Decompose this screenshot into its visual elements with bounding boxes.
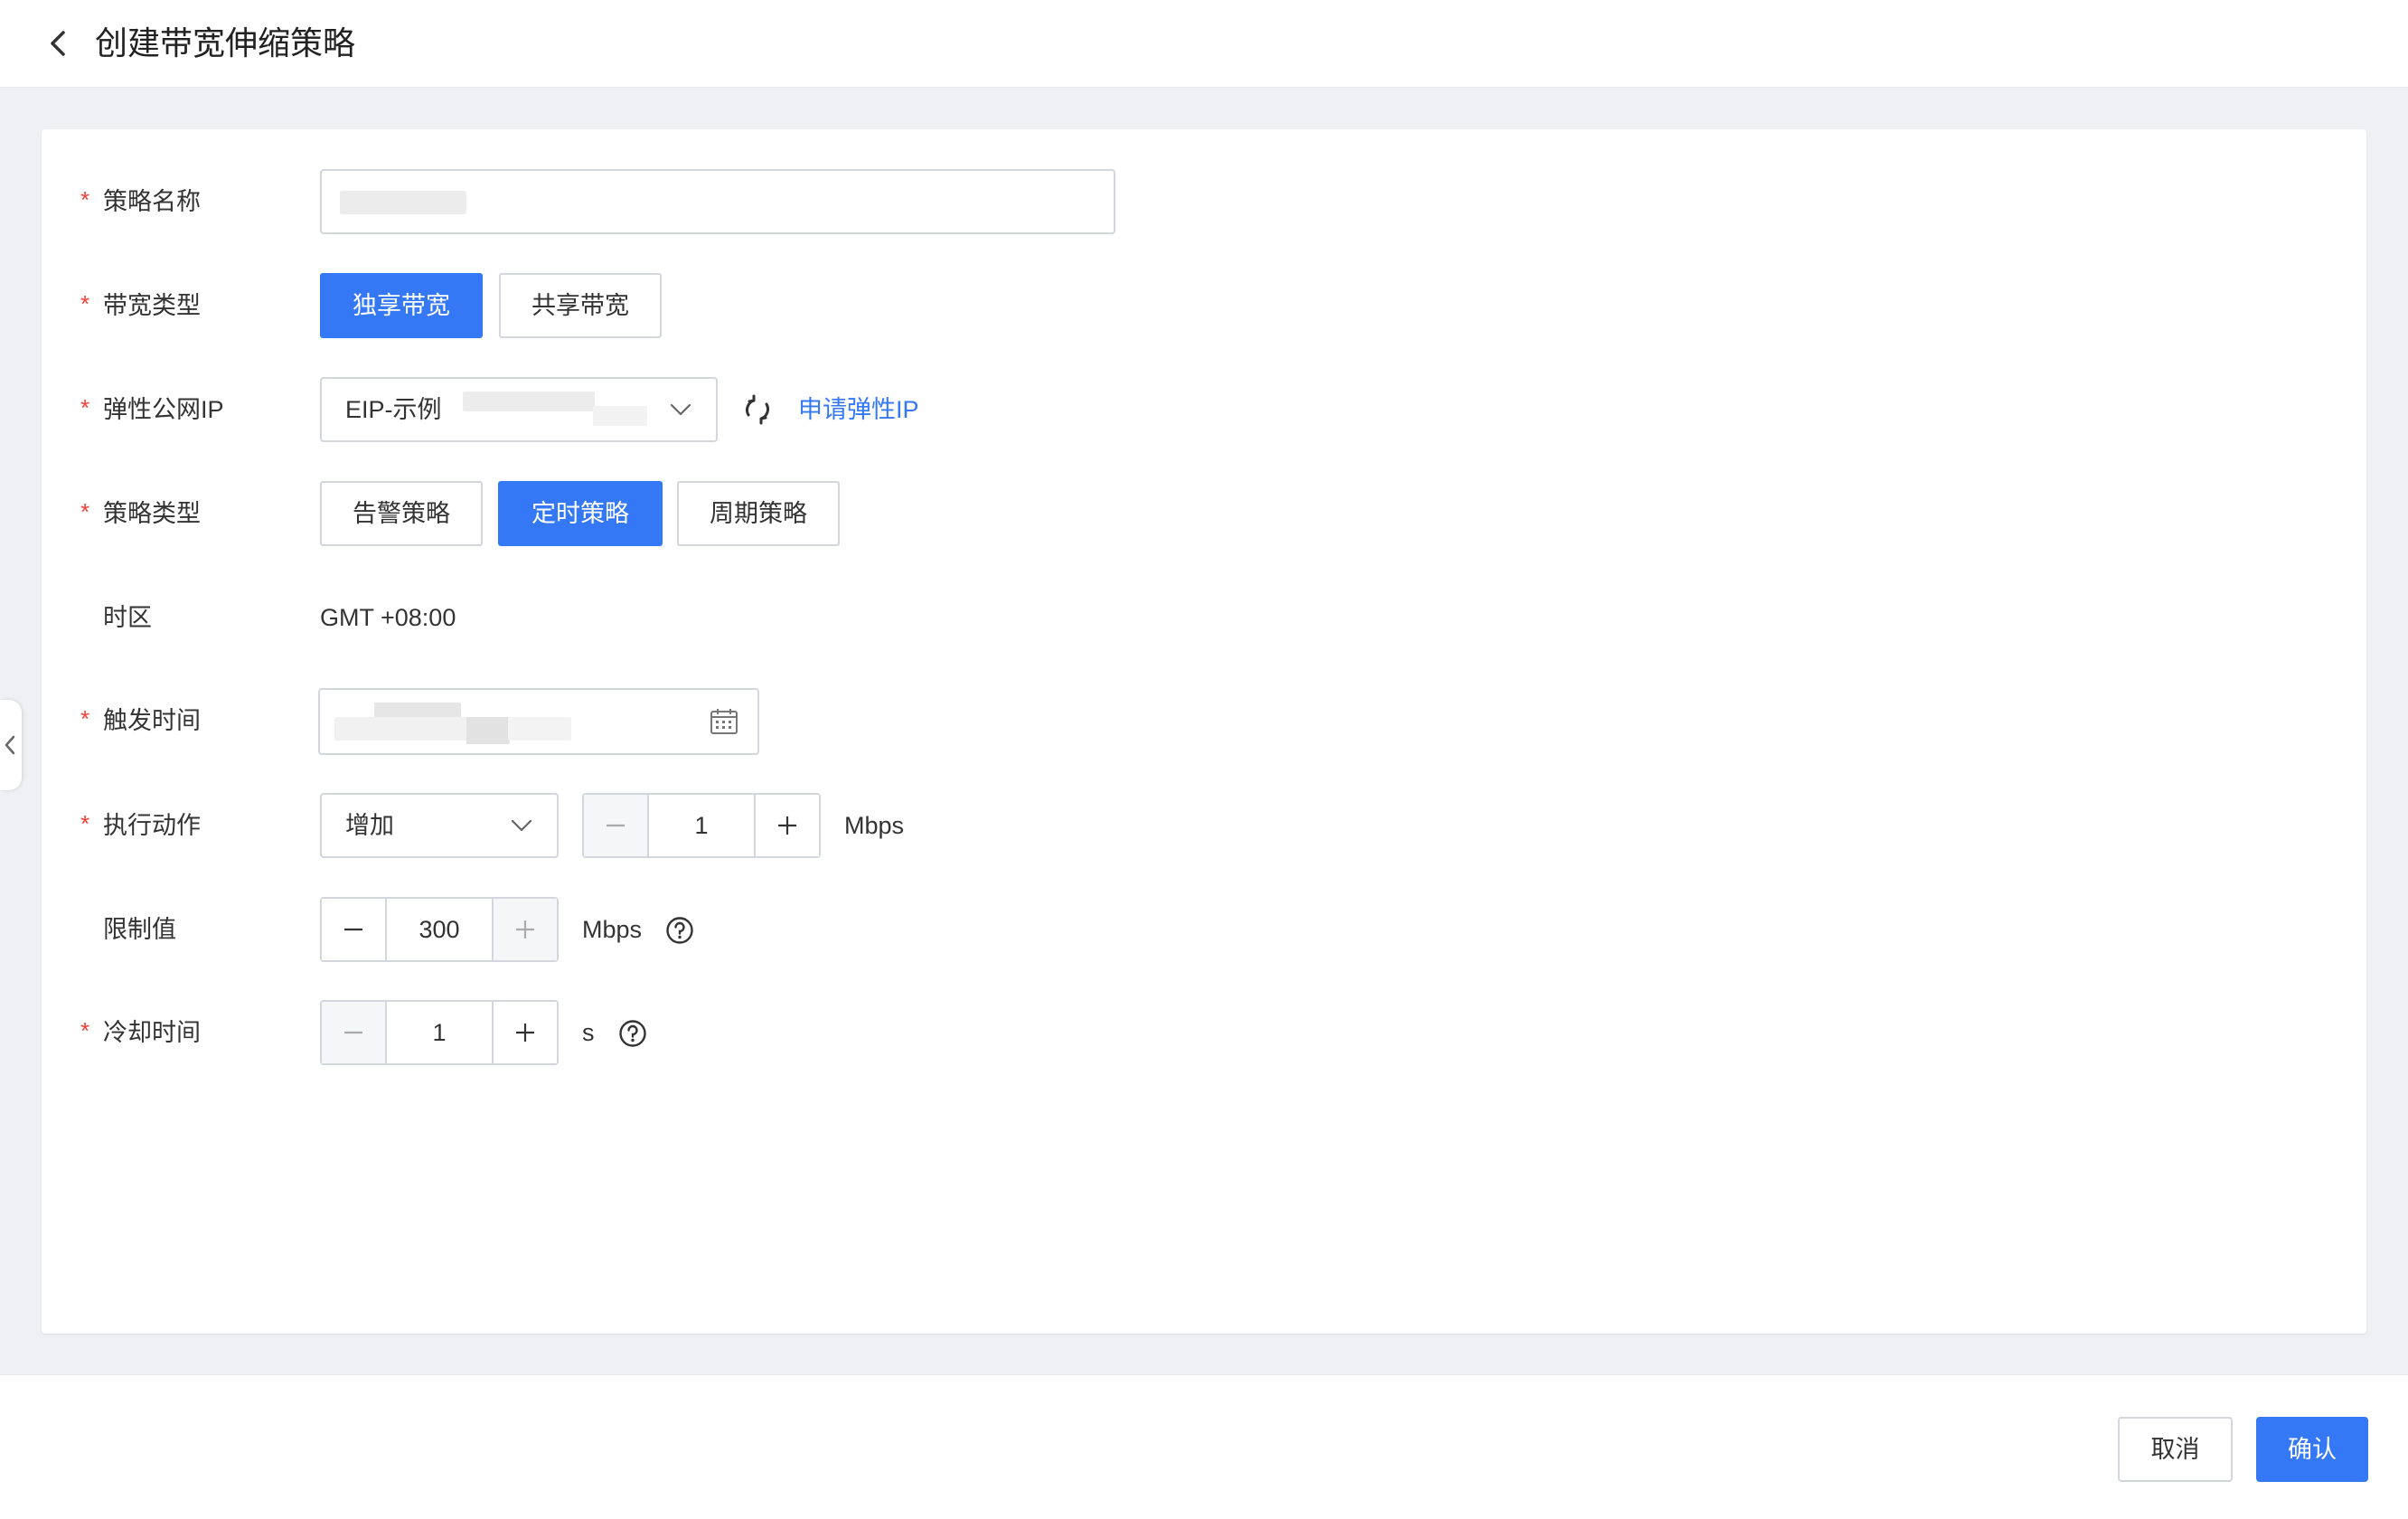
- limit-unit: Mbps: [582, 916, 643, 943]
- trigger-time-label: 触发时间: [103, 707, 201, 734]
- calendar-icon: [710, 709, 738, 734]
- decrement-button[interactable]: [584, 795, 649, 856]
- limit-stepper: 300: [320, 897, 559, 962]
- eip-label: 弹性公网IP: [103, 396, 224, 423]
- policy-name-label: 策略名称: [103, 188, 201, 215]
- required-mark: *: [80, 290, 90, 317]
- minus-icon: [344, 928, 362, 931]
- bandwidth-type-label: 带宽类型: [103, 292, 201, 319]
- form-row-policy-type: * 策略类型 告警策略 定时策略 周期策略: [42, 481, 2366, 546]
- form-row-timezone: 时区 GMT +08:00: [42, 585, 2366, 650]
- redacted-text: [466, 717, 510, 744]
- required-mark: *: [80, 186, 90, 213]
- minus-icon: [607, 824, 625, 827]
- redacted-text: [334, 717, 472, 741]
- required-mark: *: [80, 498, 90, 525]
- help-icon[interactable]: [618, 1019, 647, 1048]
- limit-label: 限制值: [103, 916, 176, 943]
- policy-type-scheduled-button[interactable]: 定时策略: [498, 481, 663, 546]
- page-title: 创建带宽伸缩策略: [95, 24, 356, 61]
- footer-bar: 取消 确认: [0, 1374, 2408, 1519]
- action-unit: Mbps: [844, 812, 905, 839]
- decrement-button[interactable]: [322, 899, 387, 960]
- policy-type-periodic-button[interactable]: 周期策略: [677, 481, 840, 546]
- redacted-text: [340, 191, 466, 214]
- timezone-label: 时区: [103, 604, 152, 631]
- chevron-down-icon: [670, 403, 691, 416]
- eip-select[interactable]: EIP-示例: [320, 377, 718, 442]
- redacted-text: [593, 406, 647, 426]
- help-icon[interactable]: [665, 916, 694, 945]
- redacted-text: [508, 717, 571, 741]
- cooldown-unit: s: [582, 1019, 595, 1046]
- chevron-down-icon: [511, 819, 532, 832]
- form-row-bandwidth-type: * 带宽类型 独享带宽 共享带宽: [42, 273, 2366, 338]
- form-row-trigger-time: * 触发时间: [42, 688, 2366, 755]
- action-select[interactable]: 增加: [320, 793, 559, 858]
- cooldown-stepper: 1: [320, 1000, 559, 1065]
- increment-button[interactable]: [492, 1002, 557, 1063]
- bandwidth-type-shared-button[interactable]: 共享带宽: [499, 273, 662, 338]
- chevron-left-icon: [5, 735, 15, 755]
- cooldown-label: 冷却时间: [103, 1019, 201, 1046]
- required-mark: *: [80, 705, 90, 732]
- increment-button[interactable]: [754, 795, 819, 856]
- minus-icon: [344, 1031, 362, 1034]
- policy-name-input[interactable]: [320, 169, 1115, 234]
- decrement-button[interactable]: [322, 1002, 387, 1063]
- required-mark: *: [80, 1017, 90, 1044]
- action-amount-stepper: 1: [582, 793, 821, 858]
- policy-type-label: 策略类型: [103, 500, 201, 527]
- action-label: 执行动作: [103, 812, 201, 839]
- eip-select-value: EIP-示例: [345, 396, 442, 423]
- timezone-value: GMT +08:00: [320, 604, 456, 631]
- limit-value[interactable]: 300: [387, 899, 492, 960]
- form-row-cooldown: * 冷却时间 1 s: [42, 1000, 2366, 1065]
- form-card: * 策略名称 * 带宽类型 独享带宽 共享带宽 * 弹性公网IP EIP-示例: [42, 129, 2366, 1334]
- form-row-policy-name: * 策略名称: [42, 169, 2366, 234]
- refresh-icon[interactable]: [741, 393, 774, 426]
- form-row-limit: 限制值 300 Mbps: [42, 897, 2366, 962]
- plus-icon: [516, 920, 534, 939]
- action-amount-value[interactable]: 1: [649, 795, 754, 856]
- plus-icon: [778, 816, 796, 835]
- redacted-text: [463, 392, 595, 411]
- chevron-left-icon[interactable]: [43, 25, 74, 61]
- required-mark: *: [80, 394, 90, 421]
- required-mark: *: [80, 810, 90, 837]
- action-select-value: 增加: [345, 812, 394, 839]
- trigger-time-picker[interactable]: [318, 688, 759, 755]
- plus-icon: [516, 1024, 534, 1042]
- cancel-button[interactable]: 取消: [2118, 1417, 2233, 1482]
- increment-button[interactable]: [492, 899, 557, 960]
- page-header: 创建带宽伸缩策略: [0, 0, 2408, 88]
- cooldown-value[interactable]: 1: [387, 1002, 492, 1063]
- sidebar-collapse-toggle[interactable]: [0, 700, 22, 790]
- policy-type-alarm-button[interactable]: 告警策略: [320, 481, 483, 546]
- bandwidth-type-dedicated-button[interactable]: 独享带宽: [320, 273, 483, 338]
- apply-eip-link[interactable]: 申请弹性IP: [798, 377, 919, 442]
- confirm-button[interactable]: 确认: [2256, 1417, 2368, 1482]
- form-row-eip: * 弹性公网IP EIP-示例 申请弹性IP: [42, 377, 2366, 442]
- form-row-action: * 执行动作 增加 1 Mbps: [42, 793, 2366, 858]
